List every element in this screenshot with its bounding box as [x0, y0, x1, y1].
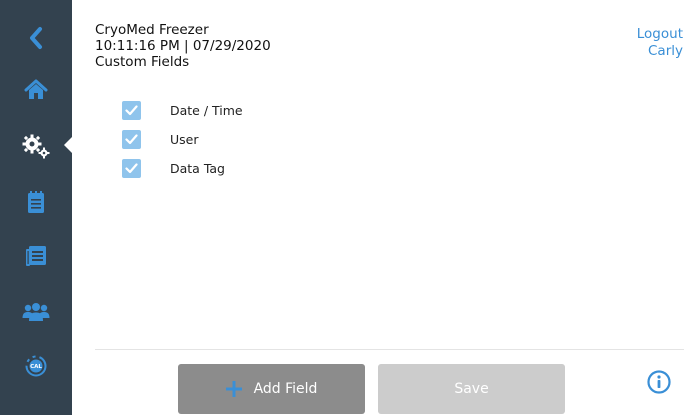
username: Carly	[648, 43, 683, 59]
settings-button[interactable]	[0, 120, 72, 172]
save-label: Save	[454, 381, 489, 397]
page-title: Custom Fields	[95, 54, 190, 70]
info-button[interactable]	[647, 370, 671, 394]
page-header: CryoMed Freezer 10:11:16 PM | 07/29/2020…	[95, 22, 271, 70]
event-log-icon	[26, 246, 46, 266]
device-name: CryoMed Freezer	[95, 22, 209, 38]
settings-gears-icon	[22, 134, 50, 159]
calibration-icon: CAL	[25, 355, 47, 377]
home-icon	[24, 79, 48, 99]
user-checkbox[interactable]	[122, 130, 141, 149]
user-box: Logout Carly	[564, 26, 684, 60]
list-item: Data Tag	[122, 154, 243, 183]
svg-text:CAL: CAL	[30, 364, 42, 370]
back-chevron-icon	[30, 27, 42, 49]
active-indicator	[64, 135, 74, 155]
notepad-icon	[28, 191, 44, 213]
footer-divider	[95, 349, 684, 350]
field-label: Date / Time	[170, 103, 243, 118]
logout-link[interactable]: Logout	[564, 26, 683, 43]
users-icon	[22, 303, 50, 321]
list-item: Date / Time	[122, 96, 243, 125]
add-field-label: Add Field	[253, 381, 318, 397]
notes-button[interactable]	[0, 176, 72, 228]
datetime: 10:11:16 PM | 07/29/2020	[95, 38, 271, 54]
users-button[interactable]	[0, 286, 72, 338]
date-time-checkbox[interactable]	[122, 101, 141, 120]
custom-fields-list: Date / Time User Data Tag	[122, 96, 243, 183]
checkmark-icon	[125, 134, 138, 145]
home-button[interactable]	[0, 64, 72, 116]
sidebar: CAL	[0, 0, 72, 415]
calibration-button[interactable]: CAL	[0, 340, 72, 392]
plus-icon	[225, 381, 242, 397]
add-field-button[interactable]: Add Field	[178, 364, 365, 414]
back-button[interactable]	[0, 12, 72, 64]
field-label: Data Tag	[170, 161, 225, 176]
event-log-button[interactable]	[0, 230, 72, 282]
data-tag-checkbox[interactable]	[122, 159, 141, 178]
list-item: User	[122, 125, 243, 154]
save-button[interactable]: Save	[378, 364, 565, 414]
info-icon	[647, 370, 671, 394]
checkmark-icon	[125, 105, 138, 116]
field-label: User	[170, 132, 199, 147]
checkmark-icon	[125, 163, 138, 174]
